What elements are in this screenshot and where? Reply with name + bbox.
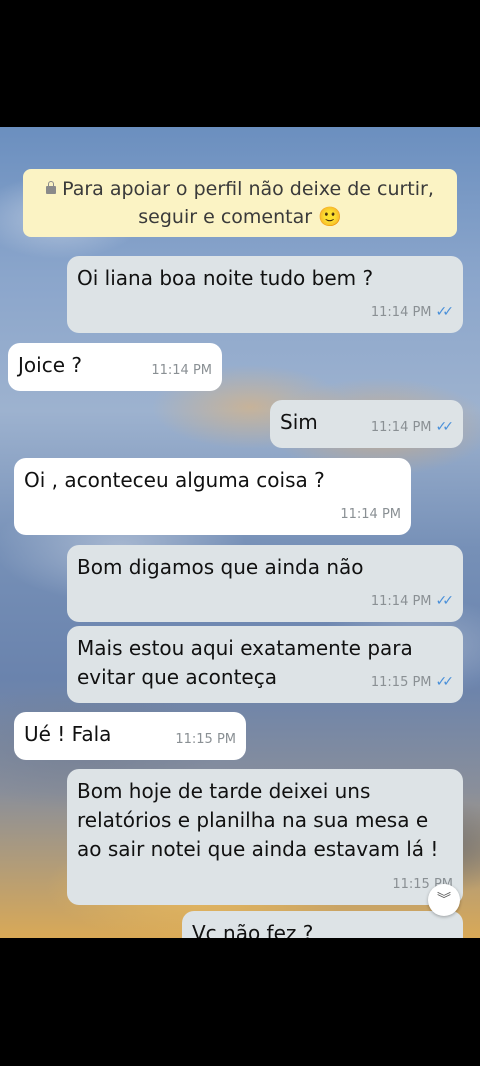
message-incoming[interactable]: Ué ! Fala 11:15 PM: [14, 712, 246, 760]
message-time: 11:14 PM: [370, 420, 432, 435]
message-text: Oi liana boa noite tudo bem ?: [77, 266, 374, 290]
bottom-black-bar: [0, 938, 480, 1066]
read-ticks-icon: ✓✓: [435, 593, 455, 609]
message-text: Mais estou aqui exatamente para evitar q…: [77, 636, 413, 689]
scroll-down-button[interactable]: ︾: [428, 884, 460, 916]
message-text: Sim: [280, 410, 318, 434]
message-time: 11:14 PM: [370, 594, 432, 609]
message-text: Bom hoje de tarde deixei uns relatórios …: [77, 779, 439, 861]
top-black-bar: [0, 0, 480, 127]
double-chevron-down-icon: ︾: [437, 892, 451, 908]
message-outgoing[interactable]: Oi liana boa noite tudo bem ? 11:14 PM ✓✓: [67, 256, 463, 333]
message-incoming[interactable]: Joice ? 11:14 PM: [8, 343, 222, 391]
lock-icon: [46, 181, 57, 194]
chat-area[interactable]: Para apoiar o perfil não deixe de curtir…: [0, 127, 480, 938]
message-outgoing[interactable]: Vc não fez ?: [182, 911, 463, 938]
read-ticks-icon: ✓✓: [435, 304, 455, 320]
message-time: 11:15 PM: [370, 675, 432, 690]
pinned-text: Para apoiar o perfil não deixe de curtir…: [62, 178, 434, 228]
message-text: Ué ! Fala: [24, 722, 112, 746]
message-text: Vc não fez ?: [192, 921, 314, 938]
pinned-notice: Para apoiar o perfil não deixe de curtir…: [23, 169, 457, 237]
read-ticks-icon: ✓✓: [435, 674, 455, 690]
message-time: 11:14 PM: [370, 305, 432, 320]
message-incoming[interactable]: Oi , aconteceu alguma coisa ? 11:14 PM: [14, 458, 411, 535]
message-time: 11:15 PM: [175, 732, 236, 747]
message-text: Bom digamos que ainda não: [77, 555, 364, 579]
message-time: 11:14 PM: [151, 363, 212, 378]
message-text: Joice ?: [18, 353, 82, 377]
read-ticks-icon: ✓✓: [435, 419, 455, 435]
message-outgoing[interactable]: Mais estou aqui exatamente para evitar q…: [67, 626, 463, 703]
message-outgoing[interactable]: Sim 11:14 PM ✓✓: [270, 400, 463, 448]
message-text: Oi , aconteceu alguma coisa ?: [24, 468, 325, 492]
message-time: 11:14 PM: [340, 507, 401, 522]
message-outgoing[interactable]: Bom hoje de tarde deixei uns relatórios …: [67, 769, 463, 905]
message-outgoing[interactable]: Bom digamos que ainda não 11:14 PM ✓✓: [67, 545, 463, 622]
